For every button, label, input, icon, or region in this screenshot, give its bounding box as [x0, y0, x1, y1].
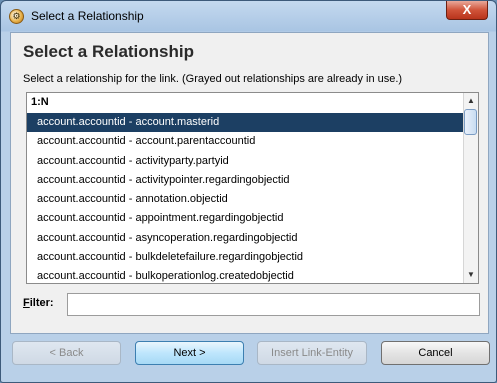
list-rows: account.accountid - account.masterid acco…	[27, 113, 464, 283]
page-title: Select a Relationship	[23, 42, 194, 61]
back-button[interactable]: < Back	[12, 341, 121, 365]
window-title: Select a Relationship	[31, 9, 144, 23]
list-item[interactable]: account.accountid - appointment.regardin…	[27, 209, 464, 228]
vertical-scrollbar[interactable]: ▲ ▼	[463, 93, 478, 283]
filter-input[interactable]	[67, 293, 480, 316]
list-item[interactable]: account.accountid - bulkdeletefailure.re…	[27, 248, 464, 267]
list-item[interactable]: account.accountid - annotation.objectid	[27, 190, 464, 209]
title-bar: ⚙ Select a Relationship X	[1, 1, 496, 31]
scroll-up-arrow-icon[interactable]: ▲	[465, 94, 477, 108]
relationship-list[interactable]: 1:N account.accountid - account.masterid…	[26, 92, 479, 284]
content-panel: Select a Relationship Select a relations…	[10, 32, 489, 334]
list-item[interactable]: account.accountid - account.masterid	[27, 113, 464, 133]
filter-label-accesskey: F	[23, 297, 30, 309]
close-icon: X	[462, 2, 472, 17]
list-group-header: 1:N	[31, 96, 49, 108]
list-item[interactable]: account.accountid - account.parentaccoun…	[27, 132, 464, 151]
list-item[interactable]: account.accountid - asyncoperation.regar…	[27, 229, 464, 248]
app-icon: ⚙	[9, 9, 24, 24]
next-button[interactable]: Next >	[135, 341, 244, 365]
filter-label: Filter:	[23, 297, 54, 309]
scroll-thumb[interactable]	[464, 109, 477, 135]
instructions-text: Select a relationship for the link. (Gra…	[23, 73, 403, 85]
insert-link-entity-button[interactable]: Insert Link-Entity	[257, 341, 367, 365]
scroll-down-arrow-icon[interactable]: ▼	[465, 268, 477, 282]
list-item[interactable]: account.accountid - bulkoperationlog.cre…	[27, 267, 464, 283]
close-button[interactable]: X	[446, 1, 488, 20]
list-item[interactable]: account.accountid - activityparty.partyi…	[27, 152, 464, 171]
cancel-button[interactable]: Cancel	[381, 341, 490, 365]
list-item[interactable]: account.accountid - activitypointer.rega…	[27, 171, 464, 190]
dialog-window: ⚙ Select a Relationship X Select a Relat…	[0, 0, 497, 383]
filter-label-text: ilter:	[29, 297, 54, 309]
